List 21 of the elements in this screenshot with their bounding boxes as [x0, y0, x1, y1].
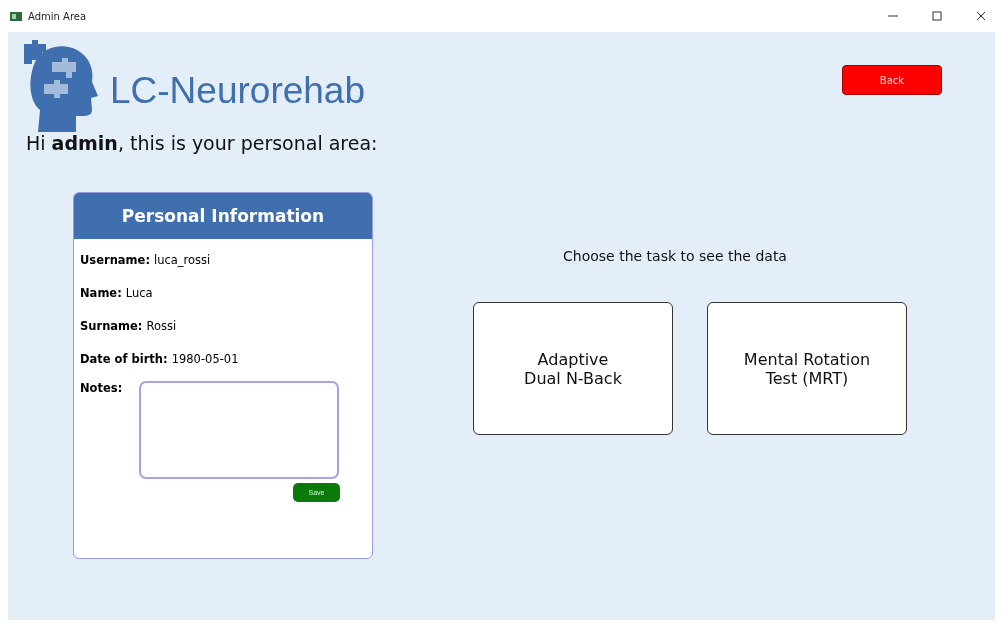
field-value: Rossi — [146, 319, 177, 333]
card-header: Personal Information — [74, 193, 372, 239]
field-label: Username: — [80, 253, 150, 267]
field-label: Surname: — [80, 319, 143, 333]
task-prompt: Choose the task to see the data — [563, 248, 787, 264]
greeting-text: Hi admin, this is your personal area: — [26, 132, 379, 154]
field-value: Luca — [125, 286, 153, 300]
window-title: Admin Area — [28, 10, 87, 22]
field-label: Date of birth: — [80, 352, 168, 366]
notes-label: Notes: — [80, 381, 124, 395]
app-name: LC-Neurorehab — [110, 70, 366, 112]
field-value: 1980-05-01 — [171, 352, 239, 366]
app-icon — [10, 11, 22, 21]
head-puzzle-logo-icon — [22, 40, 98, 132]
task-button[interactable]: Mental Rotation Test (MRT) — [707, 302, 907, 435]
field-label: Name: — [80, 286, 122, 300]
maximize-icon[interactable] — [932, 11, 942, 21]
close-icon[interactable] — [976, 11, 986, 21]
task-button[interactable]: Adaptive Dual N-Back — [473, 302, 673, 435]
field-value: luca_rossi — [154, 253, 211, 267]
notes-field[interactable] — [139, 381, 339, 479]
